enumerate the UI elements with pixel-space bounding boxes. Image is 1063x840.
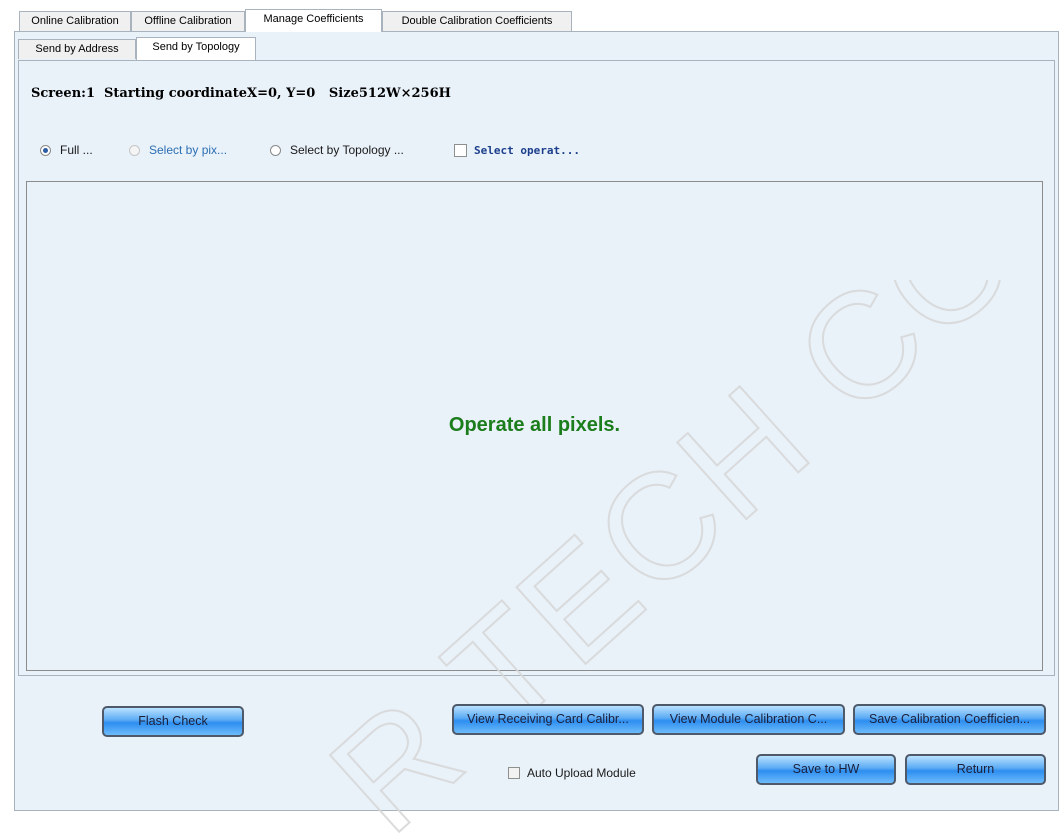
radio-checked-icon[interactable] xyxy=(40,144,51,156)
option-full-label: Full ... xyxy=(60,143,93,157)
tab-manage-coefficients[interactable]: Manage Coefficients xyxy=(245,9,382,32)
radio-unchecked-icon[interactable] xyxy=(270,144,281,156)
return-button[interactable]: Return xyxy=(905,754,1046,785)
tab-double-calibration-coefficients[interactable]: Double Calibration Coefficients xyxy=(382,11,572,31)
radio-disabled-icon xyxy=(129,144,140,156)
tab-send-by-address[interactable]: Send by Address xyxy=(18,39,136,59)
option-select-by-topology-label: Select by Topology ... xyxy=(290,143,404,157)
option-select-by-pixel[interactable]: Select by pix... xyxy=(129,141,227,159)
option-select-by-topology[interactable]: Select by Topology ... xyxy=(270,141,404,159)
option-select-operation-label: Select operat... xyxy=(474,143,580,157)
screen-info: Screen:1 Starting coordinateX=0, Y=0 Siz… xyxy=(31,86,451,101)
canvas-message: Operate all pixels. xyxy=(448,414,621,436)
checkbox-icon[interactable] xyxy=(454,143,467,157)
tab-online-calibration[interactable]: Online Calibration xyxy=(19,11,131,31)
flash-check-button[interactable]: Flash Check xyxy=(102,706,244,737)
view-module-calibration-button[interactable]: View Module Calibration C... xyxy=(652,704,845,735)
tab-offline-calibration[interactable]: Offline Calibration xyxy=(131,11,245,31)
option-select-operation[interactable]: Select operat... xyxy=(454,141,580,159)
save-to-hw-button[interactable]: Save to HW xyxy=(756,754,896,785)
auto-upload-module-label: Auto Upload Module xyxy=(527,766,636,780)
pixel-canvas[interactable]: Operate all pixels. xyxy=(26,181,1043,671)
checkbox-icon[interactable] xyxy=(508,767,520,779)
view-receiving-card-calibration-button[interactable]: View Receiving Card Calibr... xyxy=(452,704,644,735)
option-full[interactable]: Full ... xyxy=(40,141,93,159)
save-calibration-coefficients-button[interactable]: Save Calibration Coefficien... xyxy=(853,704,1046,735)
tab-send-by-topology[interactable]: Send by Topology xyxy=(136,37,256,60)
option-select-by-pixel-label: Select by pix... xyxy=(149,143,228,157)
auto-upload-module[interactable]: Auto Upload Module xyxy=(508,766,636,780)
